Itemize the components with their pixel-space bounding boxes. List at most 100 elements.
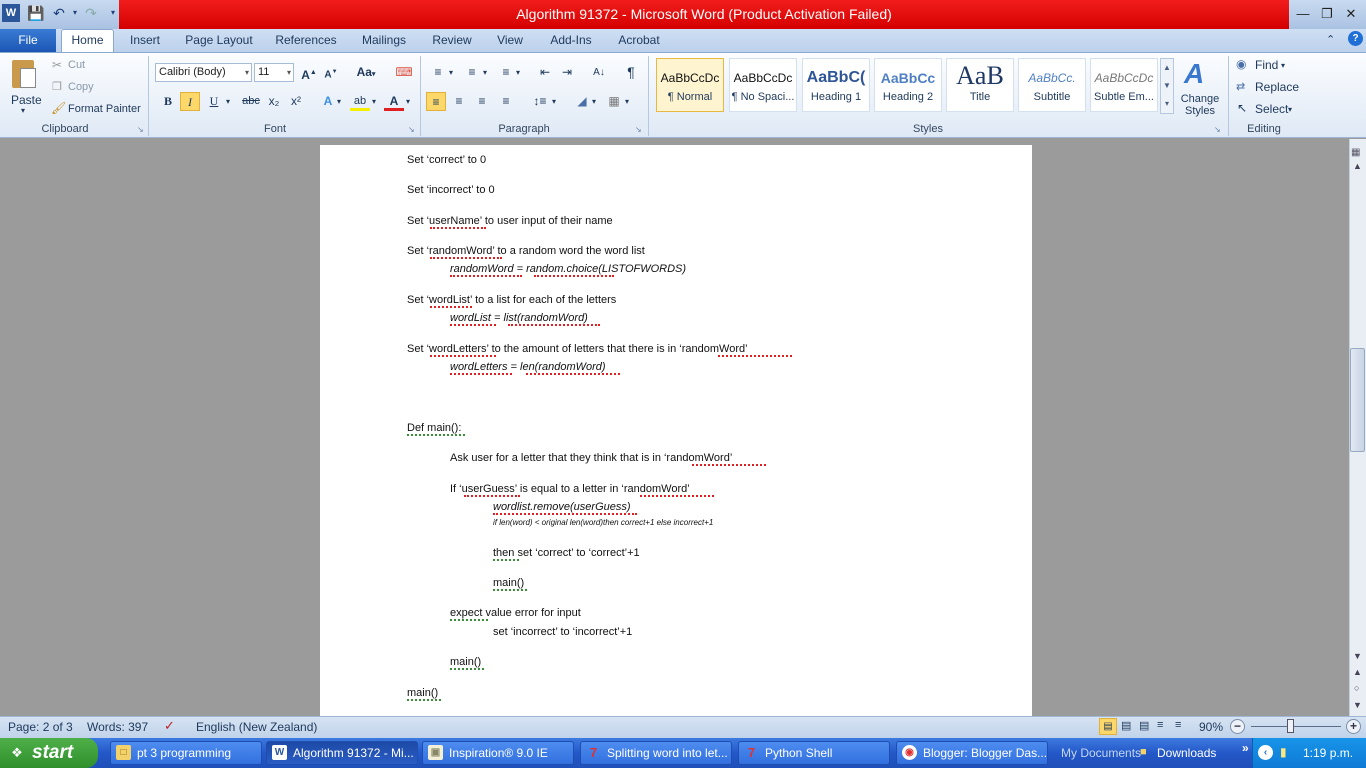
style-normal[interactable]: AaBbCcDc ¶ Normal	[656, 58, 724, 112]
multilevel-list-icon[interactable]: ≡	[496, 63, 516, 82]
increase-indent-icon[interactable]: ⇥	[557, 63, 577, 82]
sort-icon[interactable]: A↓	[589, 63, 609, 82]
tab-view[interactable]: View	[490, 29, 530, 52]
shading-icon[interactable]: ◢	[572, 92, 592, 111]
style-no-spacing[interactable]: AaBbCcDc ¶ No Spaci...	[729, 58, 797, 112]
select-browse-object-icon[interactable]: ○	[1354, 683, 1359, 693]
shading-dropdown-icon[interactable]: ▾	[592, 97, 596, 106]
bullets-dropdown-icon[interactable]: ▾	[449, 68, 453, 77]
paragraph-launcher-icon[interactable]: ↘	[635, 125, 642, 134]
toolbar-overflow-icon[interactable]: »	[1242, 741, 1249, 755]
minimize-ribbon-icon[interactable]: ⌃	[1326, 33, 1335, 46]
align-left-icon[interactable]: ≡	[426, 92, 446, 111]
font-launcher-icon[interactable]: ↘	[408, 125, 415, 134]
minimize-icon[interactable]: —	[1292, 5, 1314, 23]
change-case-icon[interactable]: Aa▾	[353, 63, 379, 82]
find-dropdown-icon[interactable]: ▾	[1281, 61, 1285, 70]
word-icon[interactable]: W	[2, 4, 20, 22]
show-formatting-icon[interactable]: ¶	[621, 63, 641, 82]
taskbar-item[interactable]: □ pt 3 programming	[110, 741, 262, 765]
zoom-slider-thumb[interactable]	[1287, 719, 1294, 733]
proofing-icon[interactable]: ✓	[164, 718, 175, 734]
close-icon[interactable]: ✕	[1340, 5, 1362, 23]
help-icon[interactable]: ?	[1348, 31, 1363, 46]
paste-dropdown-icon[interactable]: ▾	[21, 106, 25, 115]
superscript-button[interactable]: x²	[286, 92, 306, 111]
my-documents-toolbar[interactable]: My Documents	[1061, 746, 1141, 760]
previous-page-icon[interactable]: ▲	[1353, 667, 1362, 677]
taskbar-item[interactable]: ◉ Blogger: Blogger Das...	[896, 741, 1048, 765]
tab-home[interactable]: Home	[61, 29, 114, 53]
tray-network-icon[interactable]: ▮	[1280, 745, 1287, 759]
tab-references[interactable]: References	[270, 29, 342, 52]
tab-addins[interactable]: Add-Ins	[542, 29, 600, 52]
tab-acrobat[interactable]: Acrobat	[612, 29, 666, 52]
full-screen-reading-icon[interactable]: ▤	[1121, 719, 1131, 732]
tab-mailings[interactable]: Mailings	[354, 29, 414, 52]
shrink-font-icon[interactable]: A▼	[321, 63, 341, 82]
italic-button[interactable]: I	[180, 92, 200, 111]
font-color-dropdown-icon[interactable]: ▾	[406, 97, 410, 106]
styles-launcher-icon[interactable]: ↘	[1214, 125, 1221, 134]
clock[interactable]: 1:19 p.m.	[1303, 746, 1353, 760]
tab-file[interactable]: File	[0, 29, 56, 52]
font-name-combo[interactable]: Calibri (Body) ▾	[155, 63, 252, 82]
select-dropdown-icon[interactable]: ▾	[1288, 105, 1292, 114]
downloads-toolbar[interactable]: Downloads	[1157, 746, 1216, 760]
numbering-dropdown-icon[interactable]: ▾	[483, 68, 487, 77]
zoom-slider-track[interactable]	[1251, 726, 1341, 727]
style-heading-1[interactable]: AaBbC( Heading 1	[802, 58, 870, 112]
font-size-combo[interactable]: 11 ▾	[254, 63, 294, 82]
copy-button[interactable]: Copy	[68, 81, 94, 93]
zoom-out-icon[interactable]: −	[1230, 719, 1245, 734]
taskbar-item[interactable]: 7 Splitting word into let...	[580, 741, 732, 765]
borders-dropdown-icon[interactable]: ▾	[625, 97, 629, 106]
bullets-icon[interactable]: ≡	[428, 63, 448, 82]
scroll-down-icon[interactable]: ▼	[1353, 651, 1362, 661]
scroll-up-icon[interactable]: ▲	[1353, 161, 1362, 171]
strikethrough-button[interactable]: abc	[240, 92, 262, 111]
bold-button[interactable]: B	[158, 92, 178, 111]
text-effects-dropdown-icon[interactable]: ▾	[337, 97, 341, 106]
line-spacing-icon[interactable]: ↕≡	[530, 92, 550, 111]
style-subtitle[interactable]: AaBbCc. Subtitle	[1018, 58, 1086, 112]
tab-page-layout[interactable]: Page Layout	[180, 29, 258, 52]
font-color-icon[interactable]: A	[384, 92, 404, 111]
zoom-in-icon[interactable]: +	[1346, 719, 1361, 734]
numbering-icon[interactable]: ≡	[462, 63, 482, 82]
word-count[interactable]: Words: 397	[87, 720, 148, 734]
zoom-level[interactable]: 90%	[1199, 720, 1223, 734]
draft-icon[interactable]: ≡	[1175, 719, 1181, 731]
grow-font-icon[interactable]: A▲	[299, 63, 319, 82]
print-layout-icon[interactable]: ▤	[1099, 718, 1117, 735]
page-count[interactable]: Page: 2 of 3	[8, 720, 73, 734]
style-title[interactable]: AaB Title	[946, 58, 1014, 112]
save-icon[interactable]: 💾	[27, 4, 45, 22]
web-layout-icon[interactable]: ▤	[1139, 719, 1149, 732]
format-painter-button[interactable]: Format Painter	[68, 103, 141, 115]
tab-review[interactable]: Review	[426, 29, 478, 52]
underline-button[interactable]: U	[204, 92, 224, 111]
language-indicator[interactable]: English (New Zealand)	[196, 720, 317, 734]
subscript-button[interactable]: x₂	[264, 92, 284, 111]
highlight-icon[interactable]: ab	[350, 92, 370, 111]
borders-icon[interactable]: ▦	[604, 92, 624, 111]
scrollbar-thumb[interactable]	[1350, 348, 1365, 452]
ruler-toggle-icon[interactable]: ▦	[1351, 147, 1360, 158]
cut-button[interactable]: Cut	[68, 59, 85, 71]
decrease-indent-icon[interactable]: ⇤	[535, 63, 555, 82]
align-right-icon[interactable]: ≡	[472, 92, 492, 111]
style-heading-2[interactable]: AaBbCc Heading 2	[874, 58, 942, 112]
paste-button[interactable]	[8, 58, 40, 92]
restore-icon[interactable]: ❐	[1316, 5, 1338, 23]
redo-icon[interactable]: ↷	[82, 4, 100, 22]
line-spacing-dropdown-icon[interactable]: ▾	[552, 97, 556, 106]
justify-icon[interactable]: ≡	[496, 92, 516, 111]
taskbar-item[interactable]: 7 Python Shell	[738, 741, 890, 765]
paste-label[interactable]: Paste	[11, 93, 42, 107]
multilevel-dropdown-icon[interactable]: ▾	[516, 68, 520, 77]
tray-expand-icon[interactable]: ‹	[1258, 745, 1273, 760]
style-subtle-emphasis[interactable]: AaBbCcDc Subtle Em...	[1090, 58, 1158, 112]
find-button[interactable]: Find	[1255, 58, 1278, 72]
tab-insert[interactable]: Insert	[122, 29, 168, 52]
